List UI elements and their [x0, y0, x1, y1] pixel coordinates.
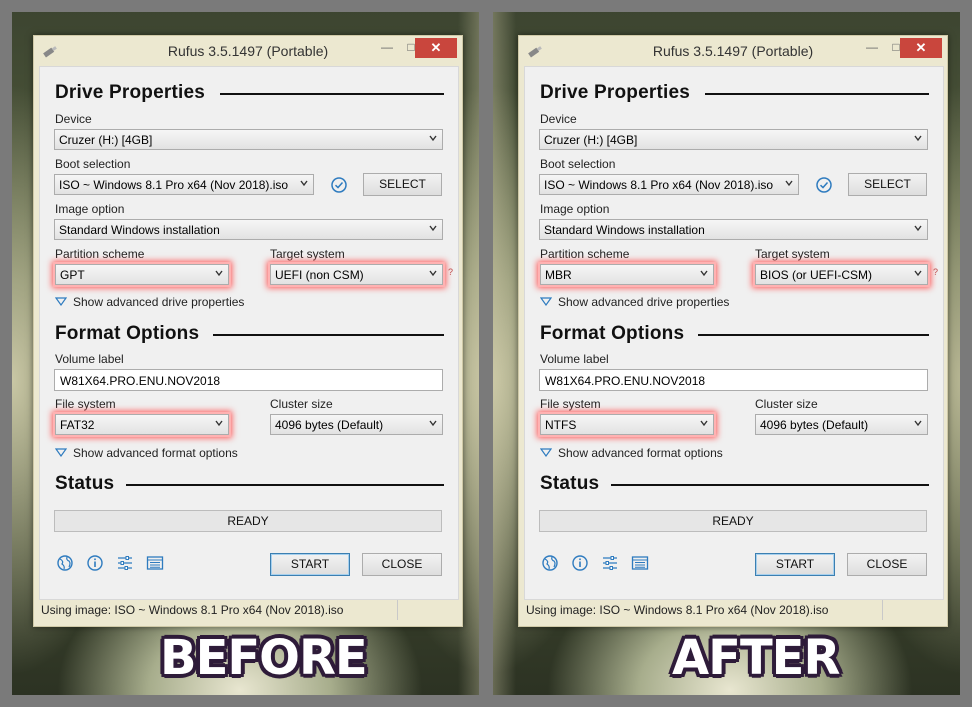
image-frame-divider [479, 0, 493, 707]
